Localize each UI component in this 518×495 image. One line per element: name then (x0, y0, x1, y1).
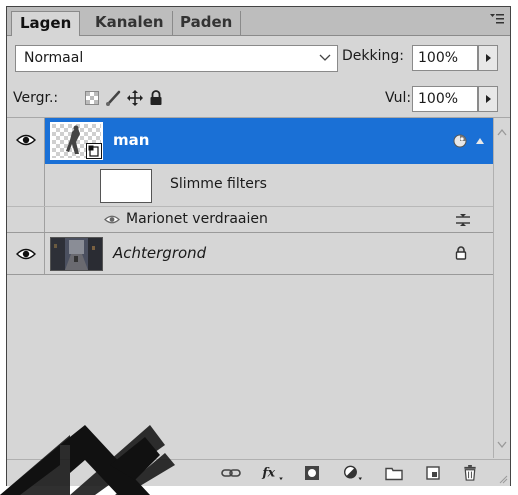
lock-label: Vergr.: (13, 90, 59, 106)
lock-move-icon[interactable] (127, 90, 143, 106)
layer-name-achtergrond[interactable]: Achtergrond (113, 244, 206, 262)
filter-options-icon[interactable] (455, 213, 471, 227)
smart-filters-row[interactable]: Slimme filters (7, 164, 493, 207)
opacity-slider-button[interactable] (478, 45, 498, 71)
opacity-input[interactable]: 100% (412, 45, 478, 71)
trash-icon[interactable] (463, 465, 477, 481)
lock-icon (455, 246, 467, 260)
layer-thumbnail[interactable] (50, 237, 103, 271)
smart-filters-label: Slimme filters (170, 176, 267, 192)
watermark-logo (0, 425, 200, 495)
layer-row-achtergrond[interactable]: Achtergrond (7, 233, 493, 275)
adjustment-icon[interactable] (342, 465, 366, 481)
visibility-toggle[interactable] (7, 233, 45, 274)
lock-brush-icon[interactable] (105, 90, 121, 106)
mask-icon[interactable] (304, 465, 320, 481)
puppet-warp-label: Marionet verdraaien (126, 211, 268, 227)
smart-filter-indicator-icon (453, 134, 467, 148)
eye-icon[interactable] (104, 214, 120, 225)
resize-grip-icon[interactable] (498, 474, 508, 484)
layer-name-man[interactable]: man (113, 131, 149, 149)
layer-row-man[interactable]: man (7, 118, 493, 164)
visibility-column (7, 207, 45, 232)
new-layer-icon[interactable] (425, 465, 441, 481)
fill-slider-button[interactable] (478, 86, 498, 112)
collapse-arrow-icon[interactable] (474, 136, 486, 146)
eye-icon (16, 134, 36, 146)
puppet-warp-row[interactable]: Marionet verdraaien (7, 207, 493, 233)
visibility-column (7, 164, 45, 206)
link-icon[interactable] (221, 465, 241, 481)
group-icon[interactable] (385, 465, 403, 481)
tab-kanalen[interactable]: Kanalen (87, 11, 173, 35)
lock-transparent-icon[interactable] (85, 91, 99, 105)
filter-mask-thumbnail[interactable] (100, 169, 152, 203)
street-photo-thumbnail (51, 238, 102, 270)
fill-label: Vul: (385, 90, 412, 106)
svg-text:fx: fx (261, 465, 275, 480)
chevron-down-icon (319, 54, 331, 61)
panel-menu-icon[interactable] (490, 13, 504, 25)
fx-icon[interactable]: fx (260, 465, 286, 481)
layer-list-scrollbar[interactable] (493, 118, 510, 458)
blend-mode-value: Normaal (24, 50, 84, 66)
tab-paden[interactable]: Paden (172, 11, 242, 35)
blend-mode-select[interactable]: Normaal (15, 45, 338, 72)
fill-input[interactable]: 100% (412, 86, 478, 112)
panel-tab-bar: Lagen Kanalen Paden (7, 7, 510, 36)
scroll-up-icon[interactable] (497, 128, 507, 136)
tab-lagen[interactable]: Lagen (11, 11, 81, 36)
smart-object-icon (86, 143, 102, 159)
lock-all-icon[interactable] (149, 90, 163, 106)
visibility-toggle[interactable] (7, 118, 45, 164)
scroll-down-icon[interactable] (497, 441, 507, 449)
eye-icon (16, 248, 36, 260)
opacity-label: Dekking: (342, 48, 404, 64)
